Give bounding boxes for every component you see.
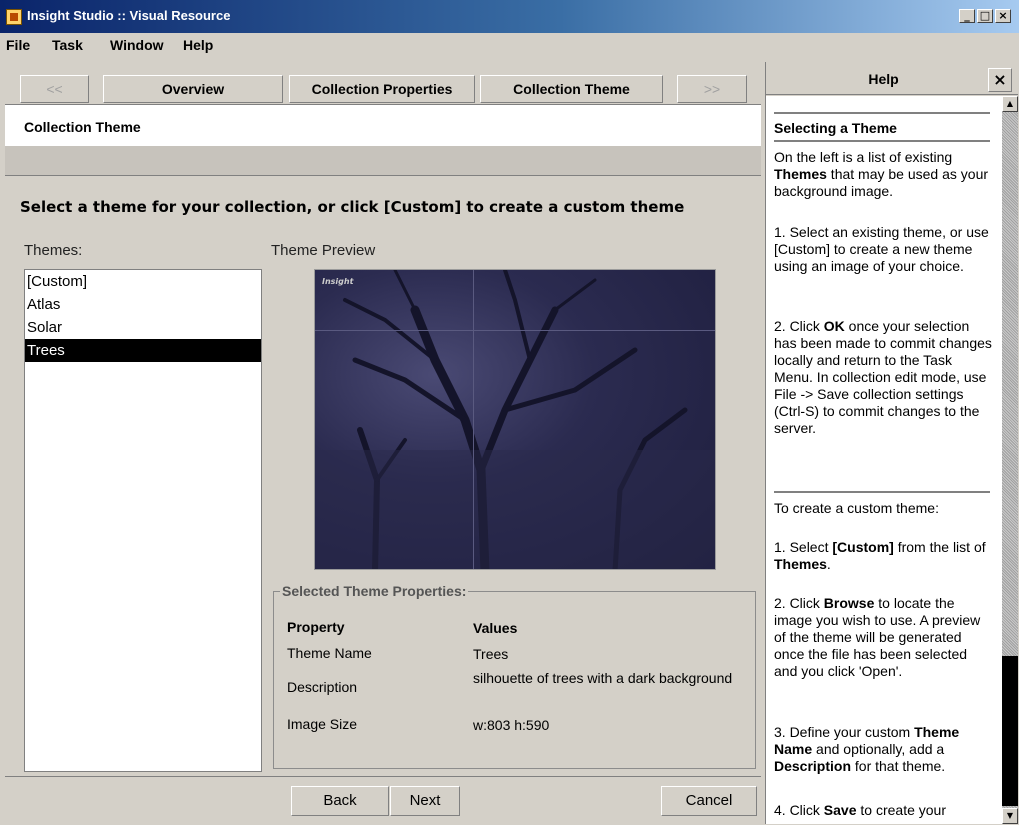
title-bar: Insight Studio :: Visual Resource _ □ ×	[0, 0, 1019, 33]
menu-window[interactable]: Window	[110, 37, 164, 53]
back-button[interactable]: Back	[291, 786, 389, 816]
tab-collection-theme[interactable]: Collection Theme	[480, 75, 663, 103]
help-title: Help	[868, 71, 899, 87]
help-close-icon[interactable]: ×	[988, 68, 1012, 92]
property-header: Property	[287, 619, 345, 635]
help-step-1: 1. Select an existing theme, or use [Cus…	[774, 224, 989, 274]
wizard-buttons: Back Next Cancel	[5, 776, 761, 822]
divider	[774, 112, 990, 114]
list-item-trees[interactable]: Trees	[25, 339, 261, 362]
menu-bar: File Task Window Help	[0, 33, 1019, 57]
menu-file[interactable]: File	[6, 37, 30, 53]
value-image-size: w:803 h:590	[473, 717, 550, 733]
list-item-solar[interactable]: Solar	[25, 316, 261, 339]
menu-help[interactable]: Help	[183, 37, 213, 53]
properties-legend: Selected Theme Properties:	[280, 583, 469, 599]
trees-silhouette	[315, 270, 715, 569]
tab-overview[interactable]: Overview	[103, 75, 283, 103]
theme-preview-image: Insight	[314, 269, 716, 570]
help-section-title: Selecting a Theme	[774, 120, 897, 136]
tab-collection-properties[interactable]: Collection Properties	[289, 75, 475, 103]
value-description: silhouette of trees with a dark backgrou…	[473, 670, 733, 686]
insight-logo: Insight	[322, 277, 354, 286]
nav-next-button[interactable]: >>	[677, 75, 747, 103]
preview-label: Theme Preview	[271, 242, 376, 259]
window-title: Insight Studio :: Visual Resource	[27, 8, 231, 23]
page-header: Collection Theme	[5, 104, 761, 146]
help-custom-step-2: 2. Click Browse to locate the image you …	[774, 595, 981, 679]
maximize-icon[interactable]: □	[977, 9, 993, 23]
help-intro: On the left is a list of existing Themes…	[774, 149, 989, 199]
help-custom-title: To create a custom theme:	[774, 500, 939, 516]
scroll-up-icon[interactable]: ▲	[1002, 96, 1018, 112]
close-icon[interactable]: ×	[995, 9, 1011, 23]
list-item-atlas[interactable]: Atlas	[25, 293, 261, 316]
divider	[774, 140, 990, 142]
list-item-custom[interactable]: [Custom]	[25, 270, 261, 293]
page-title: Collection Theme	[24, 119, 141, 135]
help-header: Help ×	[766, 62, 1018, 95]
themes-label: Themes:	[24, 242, 83, 259]
property-image-size: Image Size	[287, 716, 358, 732]
help-step-2: 2. Click OK once your selection has been…	[774, 318, 992, 436]
wizard-nav: << Overview Collection Properties Collec…	[5, 64, 761, 103]
help-scrollbar[interactable]: ▲ ▼	[1002, 96, 1018, 824]
scroll-down-icon[interactable]: ▼	[1002, 808, 1018, 824]
property-theme-name: Theme Name	[287, 645, 372, 661]
minimize-icon[interactable]: _	[959, 9, 975, 23]
app-icon	[6, 9, 22, 25]
value-theme-name: Trees	[473, 646, 509, 662]
help-content: Selecting a Theme On the left is a list …	[766, 96, 1002, 824]
property-description: Description	[287, 679, 358, 695]
next-button[interactable]: Next	[390, 786, 460, 816]
themes-list[interactable]: [Custom] Atlas Solar Trees	[24, 269, 262, 772]
scroll-thumb[interactable]	[1002, 656, 1018, 806]
nav-prev-button[interactable]: <<	[20, 75, 89, 103]
divider	[774, 491, 990, 493]
header-divider	[5, 146, 761, 176]
guide-line-horizontal	[315, 330, 715, 331]
menu-task[interactable]: Task	[52, 37, 83, 53]
help-custom-step-1: 1. Select [Custom] from the list of Them…	[774, 539, 986, 572]
help-panel: Help × Selecting a Theme On the left is …	[765, 62, 1018, 824]
values-header: Values	[473, 620, 518, 636]
selected-theme-properties: Selected Theme Properties: Property Valu…	[273, 583, 756, 769]
instruction-text: Select a theme for your collection, or c…	[20, 198, 685, 216]
help-custom-step-4: 4. Click Save to create your	[774, 802, 946, 818]
cancel-button[interactable]: Cancel	[661, 786, 757, 816]
help-custom-step-3: 3. Define your custom Theme Name and opt…	[774, 724, 960, 774]
guide-line-vertical	[473, 270, 474, 569]
